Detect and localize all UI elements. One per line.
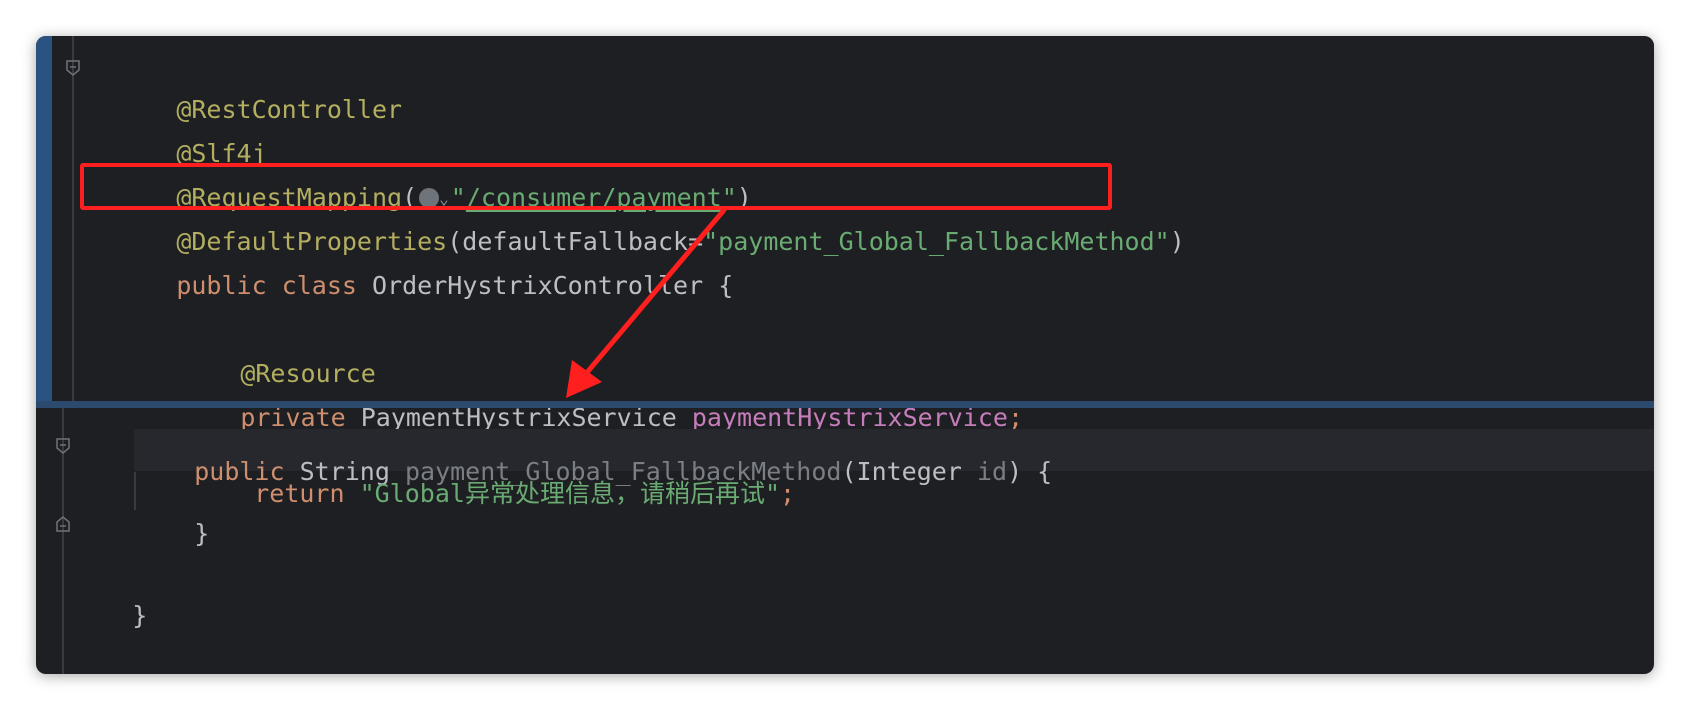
code-editor-window: @RestController @Slf4j @RequestMapping(⌄… bbox=[36, 36, 1654, 674]
red-arrow bbox=[566, 207, 727, 398]
